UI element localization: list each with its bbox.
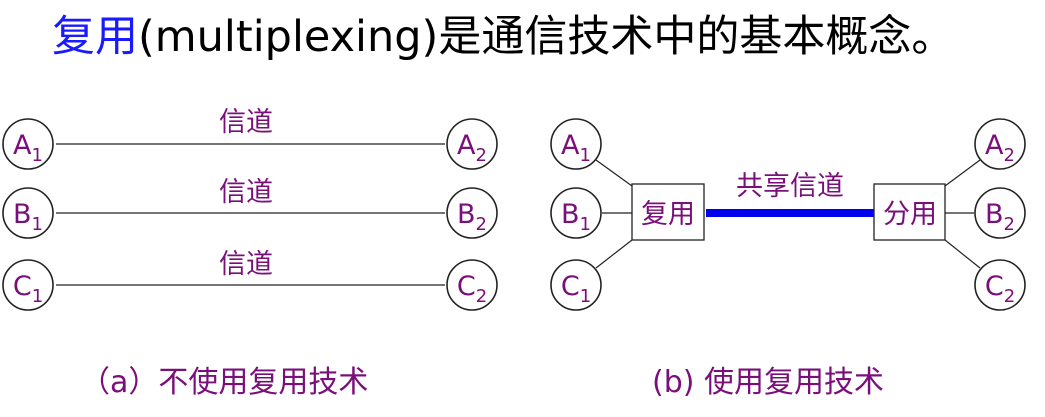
node-b2: B2	[974, 187, 1026, 239]
slide: 复用(multiplexing)是通信技术中的基本概念。 信道 信道 信道 A1…	[0, 0, 1045, 417]
wire-c1-mux	[595, 239, 633, 269]
node-c1: C1	[550, 259, 602, 311]
channel-label: 信道	[219, 107, 273, 138]
mux-label: 复用	[641, 199, 695, 230]
node-b1: B1	[550, 187, 602, 239]
node-b2: B2	[446, 187, 498, 239]
node-c2: C2	[974, 259, 1026, 311]
demux-label: 分用	[883, 199, 937, 230]
caption-b: (b) 使用复用技术	[652, 365, 884, 400]
node-a1: A1	[550, 118, 602, 170]
node-c1: C1	[2, 259, 54, 311]
diagram-a: 信道 信道 信道 A1 B1 C1 A2 B2 C2 （a）不使用复用技术	[2, 107, 498, 400]
caption-a: （a）不使用复用技术	[80, 365, 368, 400]
diagram-b: 共享信道 复用 分用 A1 B1 C1 A2 B2 C2 (b) 使用复用技术	[550, 118, 1026, 400]
wire-a1-mux	[595, 159, 633, 187]
node-b1: B1	[2, 187, 54, 239]
node-c2: C2	[446, 259, 498, 311]
node-a2: A2	[446, 118, 498, 170]
wire-demux-c2	[944, 239, 981, 269]
wire-demux-a2	[944, 159, 981, 187]
node-a1: A1	[2, 118, 54, 170]
shared-channel-label: 共享信道	[736, 171, 844, 202]
channel-label: 信道	[219, 177, 273, 208]
channel-label: 信道	[219, 249, 273, 280]
node-a2: A2	[974, 118, 1026, 170]
multiplexing-diagram: 信道 信道 信道 A1 B1 C1 A2 B2 C2 （a）不使用复用技术 共享…	[2, 107, 1026, 400]
